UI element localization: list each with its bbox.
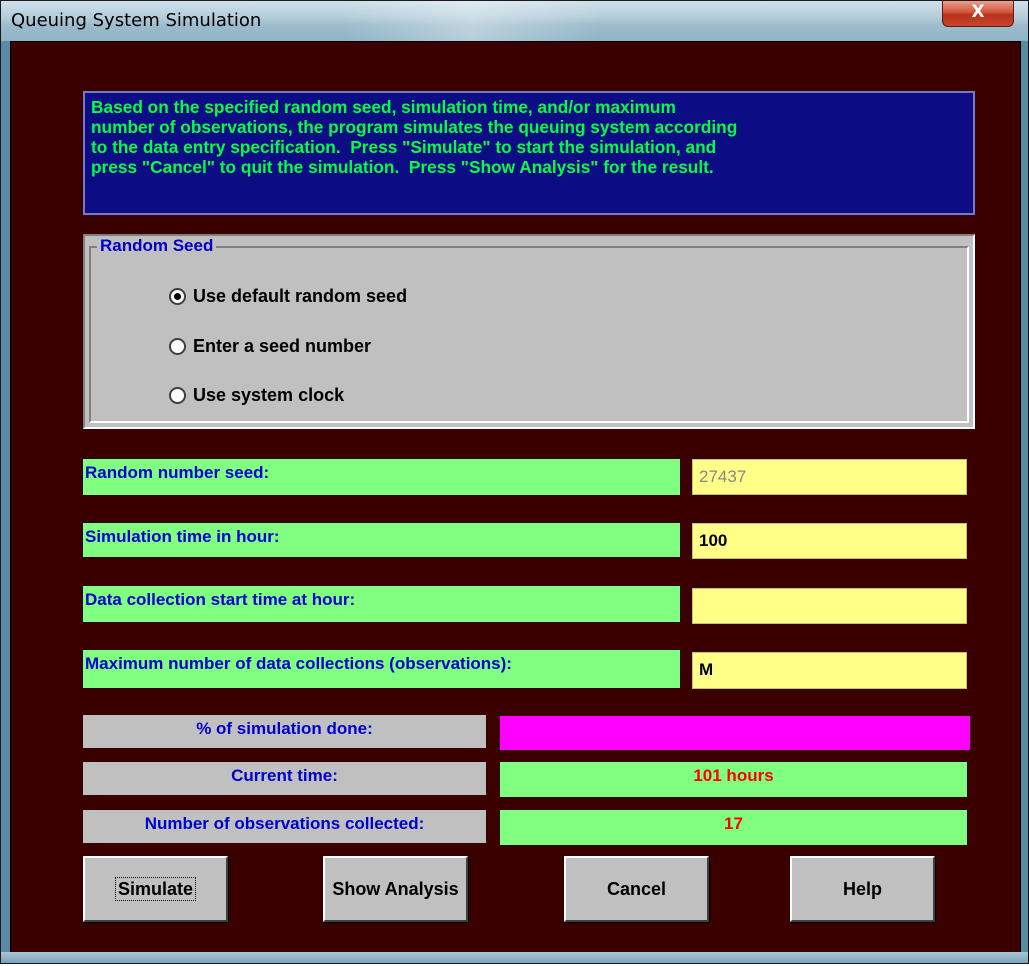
progress-bar	[500, 716, 970, 750]
close-button[interactable]: X	[942, 1, 1014, 27]
observations-value: 17	[500, 810, 967, 845]
simulate-button-label: Simulate	[114, 877, 197, 901]
simulation-time-input[interactable]: 100	[692, 523, 967, 559]
cancel-button-label: Cancel	[606, 879, 667, 899]
seed-number-input[interactable]: 27437	[692, 459, 967, 495]
start-time-label: Data collection start time at hour:	[83, 586, 680, 622]
observations-label: Number of observations collected:	[83, 810, 486, 843]
radio-unselected-icon[interactable]	[169, 387, 186, 404]
radio-label: Use default random seed	[193, 286, 408, 306]
progress-label: % of simulation done:	[83, 715, 486, 748]
progress-bar-fill	[500, 716, 970, 750]
simulate-button[interactable]: Simulate	[83, 856, 228, 922]
cancel-button[interactable]: Cancel	[564, 856, 709, 922]
title-bar[interactable]: Queuing System Simulation X	[1, 1, 1028, 41]
radio-label: Use system clock	[193, 385, 345, 405]
seed-number-label: Random number seed:	[83, 459, 680, 495]
window-bottom-border	[1, 952, 1028, 963]
max-observations-label: Maximum number of data collections (obse…	[83, 650, 680, 688]
show-analysis-button[interactable]: Show Analysis	[323, 856, 468, 922]
simulation-time-label: Simulation time in hour:	[83, 523, 680, 557]
current-time-value: 101 hours	[500, 762, 967, 797]
max-observations-input[interactable]: M	[692, 652, 967, 689]
help-button[interactable]: Help	[790, 856, 935, 922]
close-icon: X	[971, 2, 985, 22]
help-button-label: Help	[842, 879, 882, 899]
current-time-label: Current time:	[83, 762, 486, 795]
client-area: Based on the specified random seed, simu…	[10, 41, 1021, 953]
start-time-input[interactable]	[692, 588, 967, 624]
show-analysis-button-label: Show Analysis	[332, 879, 459, 899]
dialog-window: Queuing System Simulation X Based on the…	[0, 0, 1029, 964]
random-seed-legend: Random Seed	[97, 236, 217, 256]
radio-unselected-icon[interactable]	[169, 338, 186, 355]
radio-label: Enter a seed number	[193, 336, 372, 356]
random-seed-group: Random Seed Use default random seed Ente…	[83, 234, 975, 429]
instructions-text: Based on the specified random seed, simu…	[83, 91, 975, 215]
window-title: Queuing System Simulation	[11, 10, 262, 31]
radio-selected-icon[interactable]	[169, 288, 186, 305]
